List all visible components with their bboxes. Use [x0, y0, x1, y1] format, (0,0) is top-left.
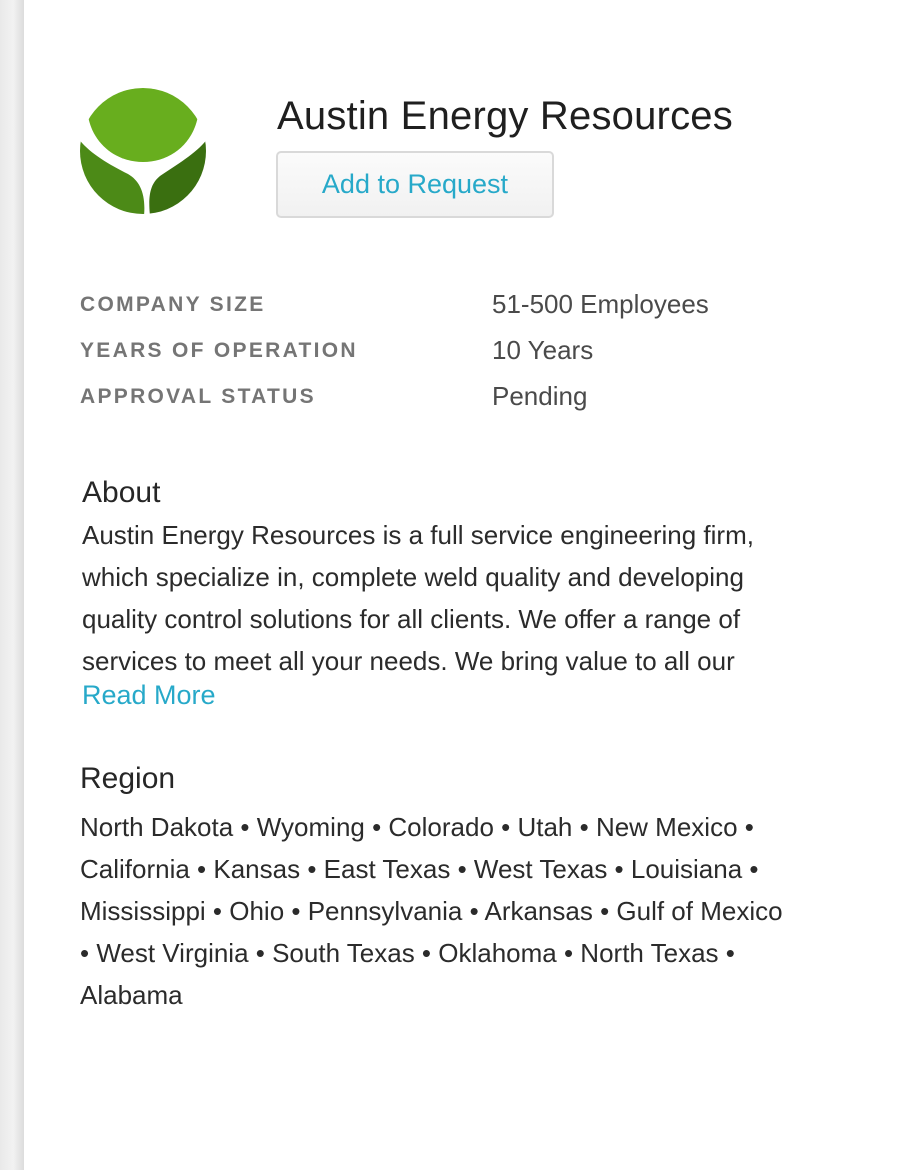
region-text-line: California • Kansas • East Texas • West …: [80, 854, 759, 884]
company-facts: COMPANY SIZE 51-500 Employees YEARS OF O…: [80, 287, 840, 425]
fact-row-approval-status: APPROVAL STATUS Pending: [80, 379, 840, 425]
sprout-leaf-logo-icon: [78, 86, 208, 216]
region-heading: Region: [80, 762, 176, 795]
fact-row-company-size: COMPANY SIZE 51-500 Employees: [80, 287, 840, 333]
region-text-line: Alabama: [80, 980, 183, 1010]
company-name-heading: Austin Energy Resources: [277, 94, 733, 138]
read-more-link[interactable]: Read More: [82, 680, 216, 711]
about-text-line: which specialize in, complete weld quali…: [82, 562, 744, 592]
region-text-line: • West Virginia • South Texas • Oklahoma…: [80, 938, 735, 968]
fact-value: 51-500 Employees: [492, 289, 709, 319]
fact-label: YEARS OF OPERATION: [80, 339, 358, 362]
about-text-line: Austin Energy Resources is a full servic…: [82, 520, 754, 550]
fact-label: COMPANY SIZE: [80, 293, 266, 316]
fact-row-years-of-operation: YEARS OF OPERATION 10 Years: [80, 333, 840, 379]
about-text-line: services to meet all your needs. We brin…: [82, 646, 735, 676]
region-text-line: Mississippi • Ohio • Pennsylvania • Arka…: [80, 896, 783, 926]
add-to-request-button[interactable]: Add to Request: [276, 151, 554, 218]
about-heading: About: [82, 476, 161, 509]
status-value: Pending: [492, 381, 588, 411]
fact-value: 10 Years: [492, 335, 594, 365]
region-text-line: North Dakota • Wyoming • Colorado • Utah…: [80, 812, 754, 842]
about-text-line: quality control solutions for all client…: [82, 604, 741, 634]
company-profile-page: Austin Energy Resources Add to Request C…: [0, 0, 918, 1170]
region-list: North Dakota • Wyoming • Colorado • Utah…: [80, 806, 860, 1016]
left-panel-edge: [0, 0, 24, 1170]
fact-label: APPROVAL STATUS: [80, 385, 316, 408]
about-description: Austin Energy Resources is a full servic…: [82, 514, 842, 682]
